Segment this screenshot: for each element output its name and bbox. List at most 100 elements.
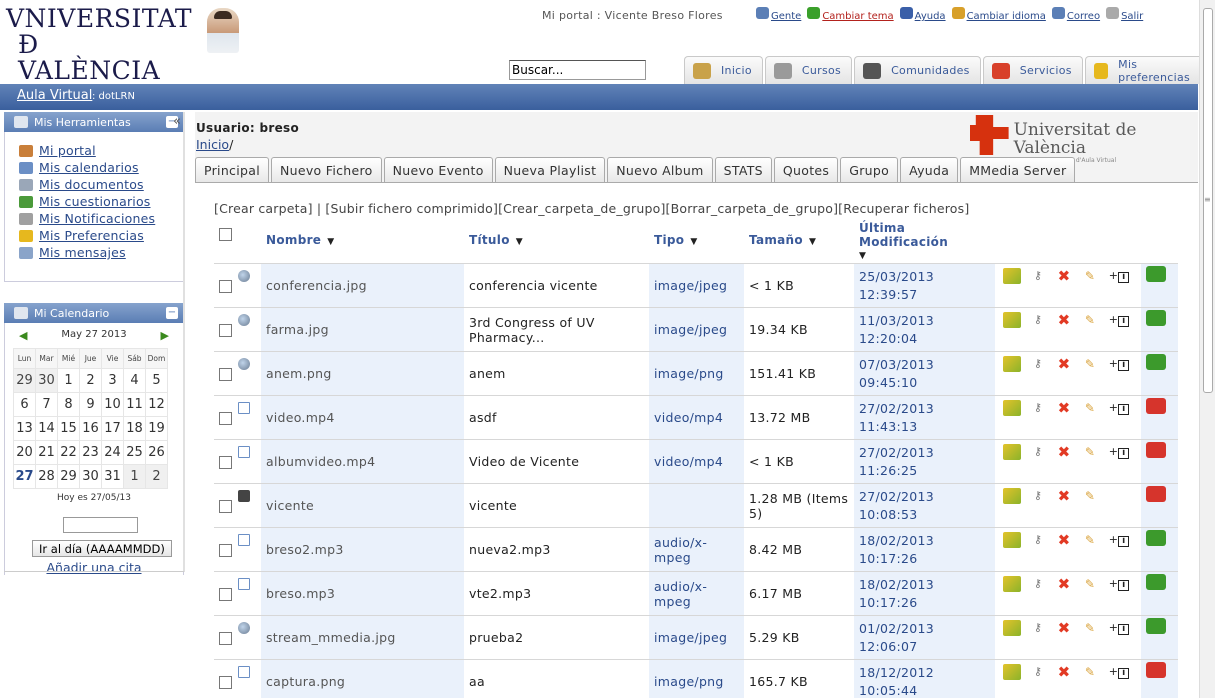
info-icon[interactable]: + i xyxy=(1107,356,1131,372)
calendar-day[interactable]: 15 xyxy=(57,416,80,441)
add-appointment-link[interactable]: Añadir una cita xyxy=(5,560,183,575)
nav-tab-0[interactable]: Inicio xyxy=(684,56,763,84)
permissions-icon[interactable]: ⚷ xyxy=(1029,576,1047,592)
move-icon[interactable] xyxy=(1003,531,1021,548)
delete-icon[interactable]: ✖ xyxy=(1055,356,1073,372)
row-checkbox[interactable] xyxy=(219,588,232,601)
shared-icon[interactable] xyxy=(1146,574,1166,590)
info-icon[interactable]: + i xyxy=(1107,444,1131,460)
delete-icon[interactable]: ✖ xyxy=(1055,488,1073,504)
move-icon[interactable] xyxy=(1003,267,1021,284)
aula-virtual-link[interactable]: Aula Virtual xyxy=(17,88,92,103)
info-icon[interactable]: + i xyxy=(1107,664,1131,680)
calendar-day[interactable]: 26 xyxy=(145,440,168,465)
private-lock-icon[interactable] xyxy=(1146,442,1166,458)
move-icon[interactable] xyxy=(1003,311,1021,328)
move-icon[interactable] xyxy=(1003,443,1021,460)
calendar-day[interactable]: 2 xyxy=(79,368,102,393)
calendar-day[interactable]: 19 xyxy=(145,416,168,441)
file-name-link[interactable]: anem.png xyxy=(266,366,332,381)
sort-desc-icon[interactable]: ▼ xyxy=(690,237,697,247)
sidebar-item-6[interactable]: Mis mensajes xyxy=(19,244,183,261)
tab-2[interactable]: Nuevo Evento xyxy=(383,157,493,182)
calendar-today[interactable]: 27 xyxy=(13,464,36,489)
minimize-calendar-button[interactable]: − xyxy=(166,307,178,319)
tab-4[interactable]: Nuevo Album xyxy=(607,157,713,182)
calendar-day[interactable]: 7 xyxy=(35,392,58,417)
tab-8[interactable]: Ayuda xyxy=(900,157,959,182)
delete-icon[interactable]: ✖ xyxy=(1055,620,1073,636)
collapse-sidebar-icon[interactable]: « xyxy=(173,114,181,129)
row-checkbox[interactable] xyxy=(219,544,232,557)
breadcrumb-home-link[interactable]: Inicio xyxy=(196,137,229,152)
calendar-day[interactable]: 1 xyxy=(57,368,80,393)
calendar-day[interactable]: 10 xyxy=(101,392,124,417)
file-name-link[interactable]: vicente xyxy=(266,498,314,513)
sort-desc-icon[interactable]: ▼ xyxy=(859,249,995,263)
permissions-icon[interactable]: ⚷ xyxy=(1029,444,1047,460)
toplink-3[interactable]: Cambiar idioma xyxy=(951,7,1046,22)
calendar-day[interactable]: 9 xyxy=(79,392,102,417)
calendar-day[interactable]: 16 xyxy=(79,416,102,441)
calendar-day[interactable]: 25 xyxy=(123,440,146,465)
sidebar-item-3[interactable]: Mis cuestionarios xyxy=(19,193,183,210)
public-lock-icon[interactable] xyxy=(1146,266,1166,282)
col-name-header[interactable]: Nombre ▼ xyxy=(261,217,464,264)
calendar-day[interactable]: 12 xyxy=(145,392,168,417)
file-name-link[interactable]: breso.mp3 xyxy=(266,586,335,601)
folder-actions[interactable]: [Crear carpeta] | [Subir fichero comprim… xyxy=(214,201,969,216)
permissions-icon[interactable]: ⚷ xyxy=(1029,400,1047,416)
tab-3[interactable]: Nueva Playlist xyxy=(494,157,606,182)
sidebar-item-4[interactable]: Mis Notificaciones xyxy=(19,210,183,227)
public-lock-icon[interactable] xyxy=(1146,354,1166,370)
permissions-icon[interactable]: ⚷ xyxy=(1029,488,1047,504)
calendar-day[interactable]: 23 xyxy=(79,440,102,465)
sort-desc-icon[interactable]: ▼ xyxy=(809,237,816,247)
row-checkbox[interactable] xyxy=(219,324,232,337)
calendar-day[interactable]: 30 xyxy=(79,464,102,489)
move-icon[interactable] xyxy=(1003,487,1021,504)
info-icon[interactable]: + i xyxy=(1107,620,1131,636)
goto-date-input[interactable] xyxy=(63,517,138,533)
delete-icon[interactable]: ✖ xyxy=(1055,400,1073,416)
move-icon[interactable] xyxy=(1003,575,1021,592)
edit-icon[interactable]: ✎ xyxy=(1081,312,1099,328)
permissions-icon[interactable]: ⚷ xyxy=(1029,620,1047,636)
permissions-icon[interactable]: ⚷ xyxy=(1029,532,1047,548)
edit-icon[interactable]: ✎ xyxy=(1081,444,1099,460)
next-month-icon[interactable]: ▶ xyxy=(161,329,169,342)
edit-icon[interactable]: ✎ xyxy=(1081,400,1099,416)
calendar-day[interactable]: 18 xyxy=(123,416,146,441)
col-size-header[interactable]: Tamaño ▼ xyxy=(744,217,854,264)
goto-date-button[interactable]: Ir al día (AAAAMMDD) xyxy=(32,540,172,557)
edit-icon[interactable]: ✎ xyxy=(1081,356,1099,372)
prev-month-icon[interactable]: ◀ xyxy=(19,329,27,342)
col-type-header[interactable]: Tipo ▼ xyxy=(649,217,744,264)
calendar-day[interactable]: 2 xyxy=(145,464,168,489)
nav-tab-2[interactable]: Comunidades xyxy=(854,56,981,84)
calendar-day[interactable]: 11 xyxy=(123,392,146,417)
calendar-day[interactable]: 8 xyxy=(57,392,80,417)
file-name-link[interactable]: conferencia.jpg xyxy=(266,278,367,293)
file-name-link[interactable]: farma.jpg xyxy=(266,322,329,337)
row-checkbox[interactable] xyxy=(219,368,232,381)
row-checkbox[interactable] xyxy=(219,456,232,469)
shared-icon[interactable] xyxy=(1146,530,1166,546)
delete-icon[interactable]: ✖ xyxy=(1055,444,1073,460)
calendar-day[interactable]: 14 xyxy=(35,416,58,441)
file-name-link[interactable]: video.mp4 xyxy=(266,410,335,425)
file-name-link[interactable]: stream_mmedia.jpg xyxy=(266,630,396,645)
toplink-5[interactable]: Salir xyxy=(1106,7,1143,22)
tab-0[interactable]: Principal xyxy=(195,157,269,182)
move-icon[interactable] xyxy=(1003,619,1021,636)
file-name-link[interactable]: captura.png xyxy=(266,674,345,689)
tab-6[interactable]: Quotes xyxy=(773,157,839,182)
delete-icon[interactable]: ✖ xyxy=(1055,312,1073,328)
calendar-day[interactable]: 22 xyxy=(57,440,80,465)
page-scrollbar[interactable]: ≡ xyxy=(1199,0,1215,698)
delete-icon[interactable]: ✖ xyxy=(1055,532,1073,548)
file-name-link[interactable]: breso2.mp3 xyxy=(266,542,344,557)
move-icon[interactable] xyxy=(1003,663,1021,680)
toplink-4[interactable]: Correo xyxy=(1051,7,1100,22)
permissions-icon[interactable]: ⚷ xyxy=(1029,268,1047,284)
